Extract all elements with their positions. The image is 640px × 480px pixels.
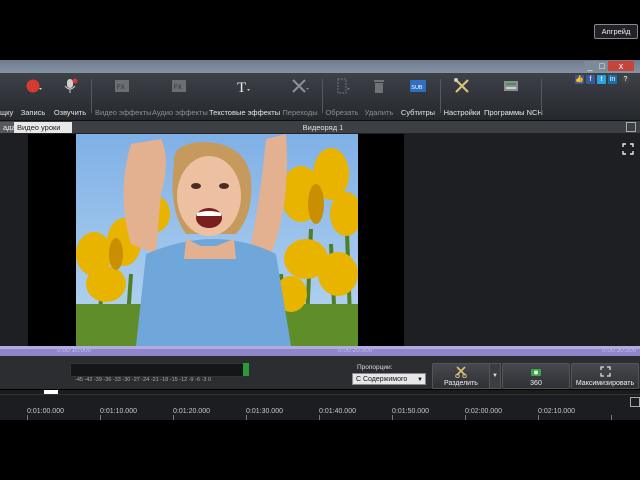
- main-toolbar: щку Запись Озвучить FX Видео эффекты FX …: [0, 73, 640, 121]
- toolbar-label: Обрезать: [325, 108, 359, 117]
- toolbar-label: Озвучить: [53, 108, 87, 117]
- toolbar-divider: [91, 79, 92, 113]
- settings-button[interactable]: Настройки: [443, 73, 481, 120]
- camera-360-icon: [531, 369, 541, 376]
- pin-icon[interactable]: [626, 122, 636, 132]
- text-effects-button[interactable]: T Текстовые эффекты: [209, 73, 281, 120]
- split-button[interactable]: Разделить: [432, 363, 490, 389]
- maximize-view-button[interactable]: Максимизировать: [571, 363, 639, 389]
- toolbar-label: Переходы: [282, 108, 318, 117]
- toolbar-label: Настройки: [443, 108, 481, 117]
- pin-icon[interactable]: [630, 397, 640, 407]
- toolbar-label: Удалить: [364, 108, 394, 117]
- split-label: Разделить: [444, 380, 478, 387]
- toolbar-item-partial[interactable]: щку: [0, 73, 14, 120]
- svg-text:FX: FX: [117, 85, 125, 91]
- toolbar-label: Запись: [20, 108, 46, 117]
- like-icon[interactable]: 👍: [575, 75, 584, 84]
- expand-icon: [600, 366, 611, 377]
- vr-360-label: 360: [530, 380, 542, 387]
- proportions-label: Пропорции:: [357, 364, 393, 371]
- maximize-view-label: Максимизировать: [575, 380, 635, 387]
- ruler-time: 0:02:10.000: [538, 408, 575, 415]
- transitions-icon: [292, 79, 309, 93]
- record-button[interactable]: Запись: [18, 73, 48, 120]
- ruler-time: 0:01:00.000: [27, 408, 64, 415]
- letterbox-top: [0, 0, 640, 60]
- audio-effects-button[interactable]: FX Аудио эффекты: [152, 73, 208, 120]
- proportions-select[interactable]: С Содержимого ▼: [352, 373, 426, 385]
- tab-label: Видео уроки: [17, 123, 61, 132]
- toolbar-label: Текстовые эффекты: [209, 108, 281, 117]
- microphone-icon: [64, 78, 78, 93]
- ruler-time: 0:01:30.000: [246, 408, 283, 415]
- delete-button[interactable]: Удалить: [362, 73, 396, 120]
- svg-text:SUB: SUB: [411, 85, 423, 91]
- ruler-time: 0:01:40.000: [319, 408, 356, 415]
- nch-programs-button[interactable]: Программы NCH: [484, 73, 543, 120]
- toolbar-divider: [440, 79, 441, 113]
- vr-360-button[interactable]: 360: [502, 363, 570, 389]
- ruler-time: 0:01:20.000: [173, 408, 210, 415]
- toolbar-label: Программы NCH: [484, 108, 543, 117]
- chevron-down-icon: ▼: [417, 377, 423, 383]
- scissors-icon: [455, 366, 467, 378]
- settings-tools-icon: [454, 78, 469, 93]
- sequence-title: Видеоряд 1: [302, 123, 344, 132]
- linkedin-icon[interactable]: in: [608, 75, 617, 84]
- video-effects-button[interactable]: FX Видео эффекты: [95, 73, 152, 120]
- help-icon[interactable]: ?: [621, 75, 630, 84]
- toolbar-label: Субтитры: [400, 108, 436, 117]
- toolbar-divider: [322, 79, 323, 113]
- scrubber-progress: [0, 346, 640, 349]
- audio-level-meter: -45 -42 -39 -36 -33 -30 -27 -24 -21 -18 …: [70, 363, 250, 387]
- facebook-icon[interactable]: f: [586, 75, 595, 84]
- ruler-time: 0:02:00.000: [465, 408, 502, 415]
- toolbar-label: щку: [0, 108, 14, 117]
- video-fx-icon: FX: [115, 80, 129, 92]
- tabs-bar: Видеоряд 1 ада Видео уроки ✕: [0, 121, 640, 143]
- window-titlebar: [0, 60, 640, 73]
- crop-icon: [337, 78, 350, 94]
- trash-icon: [374, 80, 384, 93]
- maximize-button[interactable]: □: [596, 61, 608, 71]
- toolbar-label: Аудио эффекты: [152, 108, 208, 117]
- toolbar-label: Видео эффекты: [95, 108, 152, 117]
- tab-video-lessons[interactable]: Видео уроки ✕: [14, 122, 72, 143]
- subtitles-button[interactable]: SUB Субтитры: [399, 73, 437, 120]
- crop-button[interactable]: Обрезать: [325, 73, 359, 120]
- minimize-button[interactable]: _: [584, 61, 596, 71]
- fullscreen-icon[interactable]: [622, 143, 634, 155]
- voiceover-button[interactable]: Озвучить: [52, 73, 88, 120]
- svg-text:T: T: [237, 80, 246, 94]
- svg-text:FX: FX: [174, 85, 182, 91]
- split-dropdown-arrow[interactable]: ▼: [489, 363, 501, 389]
- db-scale: -45 -42 -39 -36 -33 -30 -27 -24 -21 -18 …: [75, 377, 212, 383]
- proportions-value: С Содержимого: [356, 376, 408, 383]
- audio-fx-icon: FX: [172, 80, 186, 92]
- toolbar-divider: [541, 79, 542, 113]
- text-effects-icon: T: [237, 80, 250, 94]
- twitter-icon[interactable]: t: [597, 75, 606, 84]
- record-icon: [26, 79, 42, 93]
- letterbox-bottom: [0, 420, 640, 480]
- transitions-button[interactable]: Переходы: [281, 73, 319, 120]
- subtitles-icon: SUB: [410, 80, 426, 92]
- ruler-time: 0:01:50.000: [392, 408, 429, 415]
- ruler-time: 0:01:10.000: [100, 408, 137, 415]
- upgrade-button[interactable]: Апгрейд: [594, 24, 638, 39]
- close-button[interactable]: x: [608, 61, 634, 71]
- nch-programs-icon: [504, 81, 518, 91]
- video-frame-image: [76, 134, 358, 346]
